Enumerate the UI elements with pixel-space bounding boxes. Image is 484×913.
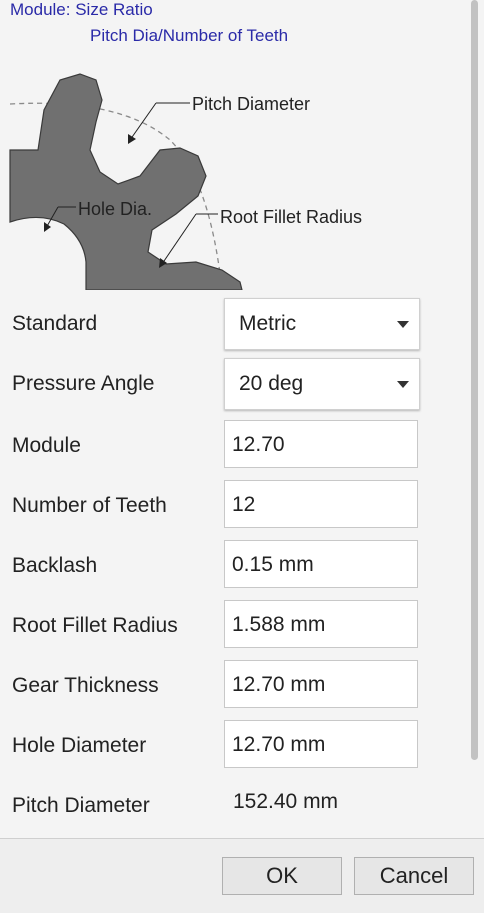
root-fillet-radius-value: 1.588 mm (232, 613, 326, 636)
pressure-angle-select[interactable]: 20 deg (224, 358, 420, 410)
module-value: 12.70 (232, 433, 285, 456)
root-fillet-radius-label: Root Fillet Radius (12, 614, 178, 637)
module-input[interactable]: 12.70 (224, 420, 418, 468)
gear-diagram: Module: Size Ratio Pitch Dia/Number of T… (0, 0, 468, 290)
ok-button[interactable]: OK (222, 857, 342, 895)
callout-root-fillet-radius: Root Fillet Radius (220, 207, 363, 227)
callout-pitch-diameter: Pitch Diameter (192, 94, 311, 114)
number-of-teeth-input[interactable]: 12 (224, 480, 418, 528)
gear-thickness-input[interactable]: 12.70 mm (224, 660, 418, 708)
pitch-diameter-label: Pitch Diameter (12, 794, 150, 817)
chevron-down-icon (397, 321, 409, 328)
root-fillet-radius-input[interactable]: 1.588 mm (224, 600, 418, 648)
hole-diameter-row: Hole Diameter 12.70 mm (0, 720, 468, 772)
backlash-row: Backlash 0.15 mm (0, 540, 468, 592)
vertical-scrollbar[interactable] (468, 0, 484, 838)
gear-thickness-row: Gear Thickness 12.70 mm (0, 660, 468, 712)
pressure-angle-row: Pressure Angle 20 deg (0, 358, 468, 410)
standard-select[interactable]: Metric (224, 298, 420, 350)
backlash-input[interactable]: 0.15 mm (224, 540, 418, 588)
gear-thickness-value: 12.70 mm (232, 673, 326, 696)
backlash-label: Backlash (12, 554, 98, 577)
module-row: Module 12.70 (0, 420, 468, 472)
gear-thickness-label: Gear Thickness (12, 674, 159, 697)
pressure-angle-value: 20 deg (239, 372, 304, 395)
hole-diameter-input[interactable]: 12.70 mm (224, 720, 418, 768)
standard-row: Standard Metric (0, 298, 468, 350)
pressure-angle-label: Pressure Angle (12, 372, 155, 395)
root-fillet-radius-row: Root Fillet Radius 1.588 mm (0, 600, 468, 652)
backlash-value: 0.15 mm (232, 553, 314, 576)
callout-hole-dia: Hole Dia. (78, 199, 153, 219)
standard-label: Standard (12, 312, 98, 335)
diagram-header-ratio: Pitch Dia/Number of Teeth (90, 26, 289, 45)
number-of-teeth-value: 12 (232, 493, 256, 516)
dialog-footer: OK Cancel (0, 838, 484, 913)
pitch-diameter-value: 152.40 mm (233, 790, 339, 813)
hole-diameter-label: Hole Diameter (12, 734, 147, 757)
standard-value: Metric (239, 312, 297, 335)
number-of-teeth-row: Number of Teeth 12 (0, 480, 468, 532)
chevron-down-icon (397, 381, 409, 388)
scrollbar-thumb[interactable] (471, 0, 478, 760)
hole-diameter-value: 12.70 mm (232, 733, 326, 756)
pitch-diameter-row: Pitch Diameter 152.40 mm (0, 778, 468, 830)
number-of-teeth-label: Number of Teeth (12, 494, 167, 517)
cancel-button[interactable]: Cancel (354, 857, 474, 895)
diagram-header-module: Module: Size Ratio (10, 0, 153, 19)
module-label: Module (12, 434, 81, 457)
